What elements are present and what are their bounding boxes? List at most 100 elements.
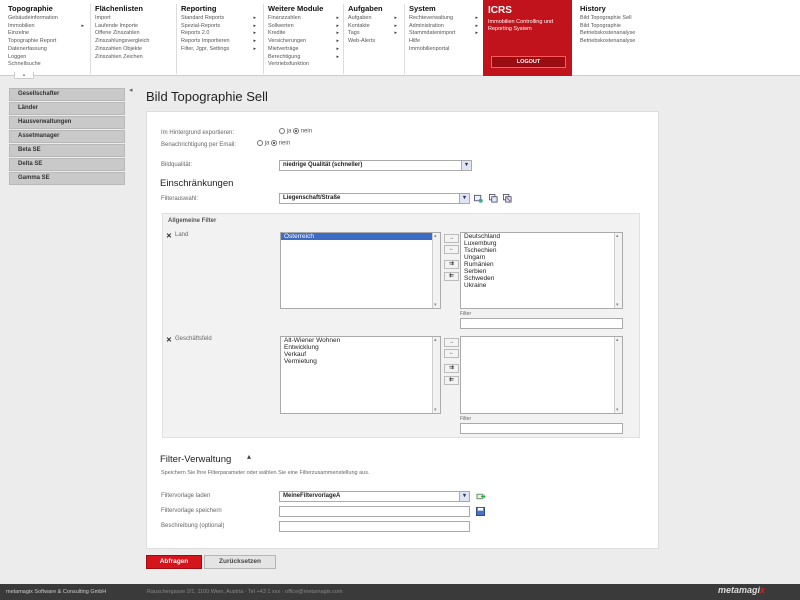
list-option[interactable]: Tschechien	[461, 247, 622, 254]
menu-item[interactable]: Aufgaben ▸	[348, 15, 401, 23]
menu-item[interactable]: Kontakte ▸	[348, 23, 401, 31]
menu-head-reporting[interactable]: Reporting	[181, 4, 262, 13]
menu-item[interactable]: Offene Zinszahlen	[95, 30, 178, 38]
history-item[interactable]: Betriebskostenanalyse	[580, 38, 676, 46]
add-filter-icon[interactable]	[474, 194, 483, 203]
menu-item[interactable]: Sollwerten ▸	[268, 23, 341, 31]
menu-item[interactable]: Kredite ▸	[268, 30, 341, 38]
move-right-button[interactable]: →	[444, 234, 459, 243]
menu-item[interactable]: Zinszahlen Zeichen	[95, 54, 178, 62]
remove-land-filter-icon[interactable]: ✕	[166, 232, 172, 240]
move-all-left-button[interactable]: ⇇	[444, 376, 459, 385]
email-nein-radio[interactable]	[271, 140, 278, 146]
description-input[interactable]	[279, 521, 470, 532]
menu-head-flaechenlisten[interactable]: Flächenlisten	[95, 4, 178, 13]
sidebar-item-gesellschafter[interactable]: Gesellschafter	[9, 88, 125, 101]
list-option[interactable]: Vermietung	[281, 358, 440, 365]
land-available-list[interactable]: Deutschland Luxemburg Tschechien Ungarn …	[460, 232, 623, 309]
list-option[interactable]: Ukraine	[461, 282, 622, 289]
geschaeftsfeld-selected-list[interactable]: Alt-Wiener Wohnen Entwicklung Verkauf Ve…	[280, 336, 441, 414]
move-left-button[interactable]: ←	[444, 349, 459, 358]
reset-button[interactable]: Zurücksetzen	[204, 555, 276, 569]
scrollbar[interactable]	[432, 337, 440, 413]
menu-item[interactable]: Immobilienportal	[409, 46, 480, 54]
menu-head-aufgaben[interactable]: Aufgaben	[348, 4, 401, 13]
menu-item[interactable]: Reports 2.0 ▸	[181, 30, 262, 38]
list-option[interactable]: Serbien	[461, 268, 622, 275]
menu-item[interactable]: Datenerfassung	[8, 46, 88, 54]
land-selected-list[interactable]: Österreich	[280, 232, 441, 309]
menu-item[interactable]: Versicherungen ▸	[268, 38, 341, 46]
sidebar-item-laender[interactable]: Länder	[9, 102, 125, 115]
bg-export-nein-radio[interactable]	[293, 128, 300, 134]
scrollbar[interactable]	[614, 233, 622, 308]
sidebar-item-delta-se[interactable]: Delta SE	[9, 158, 125, 171]
history-item[interactable]: Betriebskostenanalyse	[580, 30, 676, 38]
move-left-button[interactable]: ←	[444, 245, 459, 254]
list-option[interactable]: Luxemburg	[461, 240, 622, 247]
sidebar-item-assetmanager[interactable]: Assetmanager	[9, 130, 125, 143]
delete-filter-icon[interactable]	[503, 194, 512, 203]
land-filter-input[interactable]	[460, 318, 623, 329]
scrollbar[interactable]	[614, 337, 622, 413]
menu-item[interactable]: Filter, Jgpr, Settings ▸	[181, 46, 262, 54]
list-option[interactable]: Alt-Wiener Wohnen	[281, 337, 440, 344]
menu-item[interactable]: Immobilien ▸	[8, 23, 88, 31]
menu-item[interactable]: Finanzzahlen ▸	[268, 15, 341, 23]
collapse-section-icon[interactable]: ▴	[247, 452, 251, 461]
menu-item[interactable]: Zinszahlen Objekte	[95, 46, 178, 54]
move-all-left-button[interactable]: ⇇	[444, 272, 459, 281]
menu-item[interactable]: Tags ▸	[348, 30, 401, 38]
menu-head-history[interactable]: History	[580, 4, 676, 13]
menu-head-system[interactable]: System	[409, 4, 480, 13]
history-item[interactable]: Bild Topographie	[580, 23, 676, 31]
query-button[interactable]: Abfragen	[146, 555, 202, 569]
template-load-select[interactable]: MeineFiltervorlageA ▾	[279, 491, 470, 502]
menu-item[interactable]: Spezial-Reports ▸	[181, 23, 262, 31]
list-option[interactable]: Verkauf	[281, 351, 440, 358]
move-right-button[interactable]: →	[444, 338, 459, 347]
geschaeftsfeld-available-list[interactable]	[460, 336, 623, 414]
menu-item[interactable]: Zinszahlungsvergleich	[95, 38, 178, 46]
list-option[interactable]: Schweden	[461, 275, 622, 282]
list-option[interactable]: Deutschland	[461, 233, 622, 240]
logout-button[interactable]: LOGOUT	[491, 56, 566, 68]
menu-item[interactable]: Administration ▸	[409, 23, 480, 31]
move-all-right-button[interactable]: ⇉	[444, 260, 459, 269]
list-option[interactable]: Ungarn	[461, 254, 622, 261]
menu-item[interactable]: Schnellsuche	[8, 61, 88, 69]
menu-item[interactable]: Import	[95, 15, 178, 23]
menu-head-weitere-module[interactable]: Weitere Module	[268, 4, 341, 13]
menu-head-topographie[interactable]: Topographie	[8, 4, 88, 13]
menu-item[interactable]: Laufende Importe	[95, 23, 178, 31]
menu-item[interactable]: Mietverträge ▸	[268, 46, 341, 54]
list-option[interactable]: Österreich	[281, 233, 440, 240]
template-save-input[interactable]	[279, 506, 470, 517]
menu-item[interactable]: Rechteverwaltung ▸	[409, 15, 480, 23]
list-option[interactable]: Rumänien	[461, 261, 622, 268]
menu-item[interactable]: Loggen	[8, 54, 88, 62]
menu-item[interactable]: Berechtigung ▸	[268, 54, 341, 62]
move-all-right-button[interactable]: ⇉	[444, 364, 459, 373]
menu-collapse-toggle[interactable]: ▴	[14, 72, 34, 79]
email-ja-radio[interactable]	[257, 140, 263, 146]
sidebar-item-hausverwaltungen[interactable]: Hausverwaltungen	[9, 116, 125, 129]
filter-select[interactable]: Liegenschaft/Straße ▾	[279, 193, 470, 204]
menu-item[interactable]: Stammdatenimport ▸	[409, 30, 480, 38]
sidebar-item-gamma-se[interactable]: Gamma SE	[9, 172, 125, 185]
history-item[interactable]: Bild Topographie Sell	[580, 15, 676, 23]
bg-export-ja-radio[interactable]	[279, 128, 285, 134]
sidebar-collapse-icon[interactable]: ◂	[129, 86, 133, 94]
menu-item[interactable]: Topographie Report	[8, 38, 88, 46]
save-icon[interactable]	[476, 507, 485, 516]
menu-item[interactable]: Standard Reports ▸	[181, 15, 262, 23]
geschaeftsfeld-filter-input[interactable]	[460, 423, 623, 434]
menu-item[interactable]: Einzelne	[8, 30, 88, 38]
list-option[interactable]: Entwicklung	[281, 344, 440, 351]
menu-item[interactable]: Web-Alerts	[348, 38, 401, 46]
image-quality-select[interactable]: niedrige Qualität (schneller) ▾	[279, 160, 472, 171]
load-template-icon[interactable]	[476, 492, 486, 501]
menu-item[interactable]: Hilfe	[409, 38, 480, 46]
menu-item[interactable]: Vertriebsfunktion	[268, 61, 341, 69]
menu-item[interactable]: Gebäudeinformation	[8, 15, 88, 23]
